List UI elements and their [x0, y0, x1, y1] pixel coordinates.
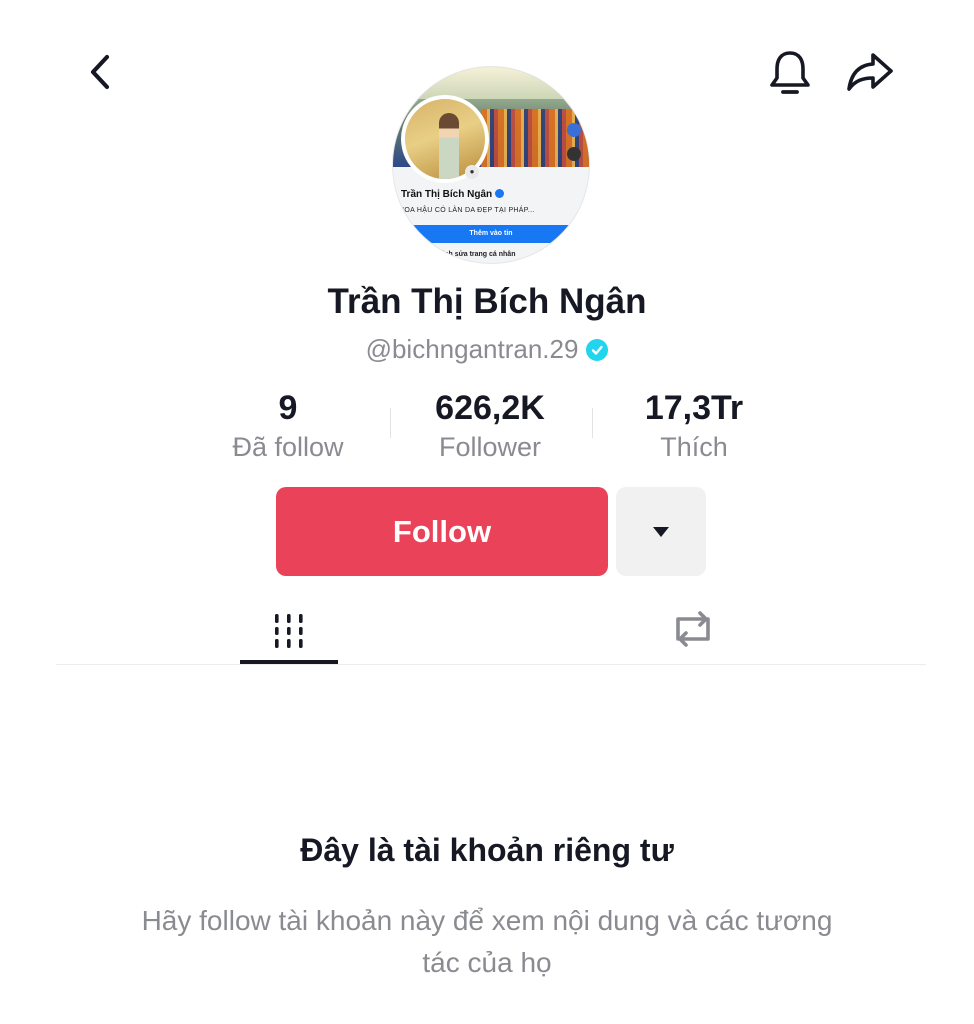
stat-following[interactable]: 9 Đã follow	[188, 388, 388, 463]
avatar-fb-edit: Chỉnh sửa trang cá nhân	[433, 251, 516, 258]
followers-count: 626,2K	[435, 389, 545, 427]
chevron-left-icon	[90, 54, 110, 90]
following-count: 9	[278, 389, 298, 427]
grid-icon	[275, 614, 303, 648]
avatar-camera-icon	[567, 147, 581, 161]
followers-label: Follower	[438, 432, 542, 462]
profile-avatar[interactable]: ● Trần Thị Bích Ngân HOA HẬU CÓ LÀN DA Đ…	[392, 66, 590, 264]
handle-row: @bichngantran.29	[0, 334, 974, 365]
repost-icon	[676, 611, 710, 647]
avatar-figure	[439, 113, 459, 179]
caret-down-icon	[653, 526, 669, 537]
share-icon	[847, 53, 893, 91]
stat-divider	[592, 408, 593, 438]
tab-videos[interactable]	[240, 596, 338, 666]
tab-reposts[interactable]	[646, 596, 740, 662]
portrait-camera-icon: ●	[465, 165, 479, 179]
notification-bell-button[interactable]	[764, 46, 816, 98]
share-button[interactable]	[842, 46, 898, 98]
likes-label: Thích	[660, 432, 728, 462]
following-label: Đã follow	[232, 432, 344, 462]
likes-count: 17,3Tr	[644, 389, 744, 427]
follow-button[interactable]: Follow	[276, 487, 608, 576]
tabs-divider	[56, 664, 926, 665]
display-name: Trần Thị Bích Ngân	[327, 282, 647, 321]
avatar-fb-bio: HOA HẬU CÓ LÀN DA ĐẸP TẠI PHÁP...	[399, 207, 535, 214]
private-account-title: Đây là tài khoản riêng tư	[300, 832, 674, 868]
private-account-description: Hãy follow tài khoản này để xem nội dung…	[141, 905, 833, 978]
avatar-badge-icon	[567, 123, 581, 137]
suggested-accounts-button[interactable]	[616, 487, 706, 576]
avatar-fb-name: Trần Thị Bích Ngân	[401, 189, 505, 200]
bell-icon	[770, 51, 810, 94]
stat-likes[interactable]: 17,3Tr Thích	[594, 388, 794, 463]
back-button[interactable]	[78, 48, 122, 96]
verified-badge-icon	[586, 338, 609, 361]
username-handle: @bichngantran.29	[365, 334, 579, 364]
stat-followers[interactable]: 626,2K Follower	[390, 388, 590, 463]
avatar-verified-icon	[495, 189, 505, 198]
avatar-banner-sky	[393, 67, 589, 99]
avatar-fb-button: Thêm vào tin	[393, 225, 589, 243]
